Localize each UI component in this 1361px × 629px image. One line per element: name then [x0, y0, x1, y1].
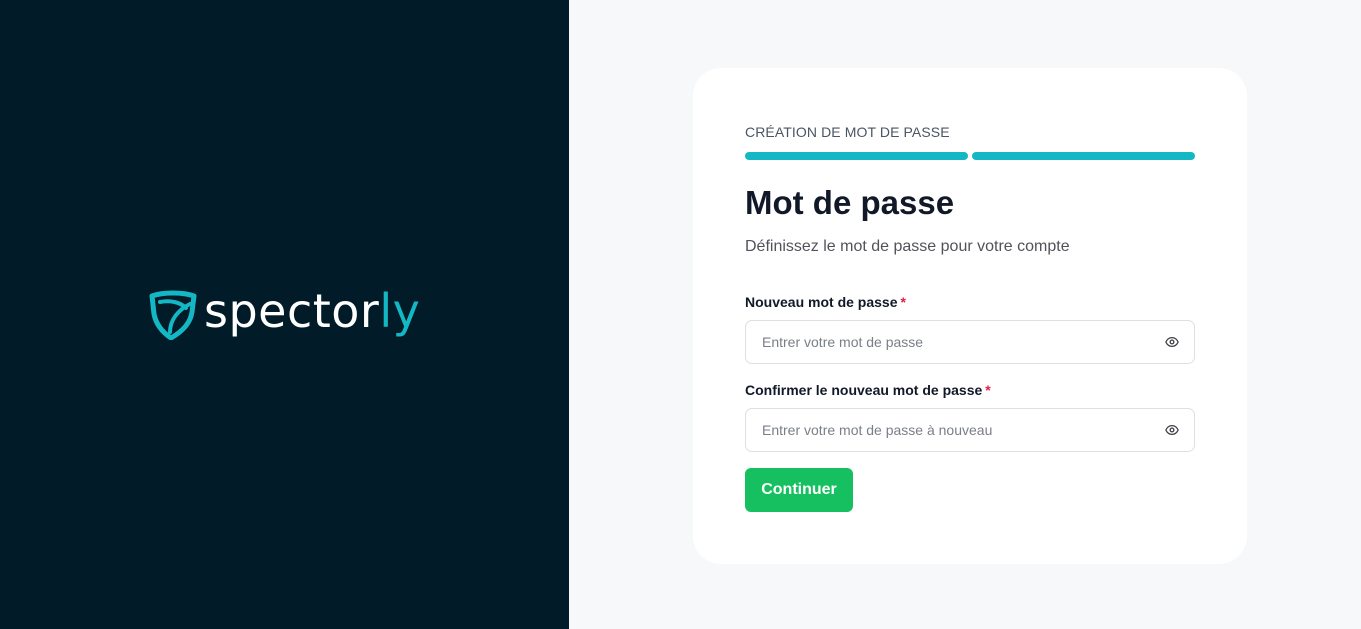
step-label: CRÉATION DE MOT DE PASSE [745, 124, 950, 140]
new-password-label-text: Nouveau mot de passe [745, 294, 898, 310]
logo-wordmark-main: spector [204, 284, 380, 338]
logo-wordmark-accent: ly [379, 284, 421, 338]
form-panel: CRÉATION DE MOT DE PASSE Mot de passe Dé… [569, 0, 1361, 629]
logo: spectorly [148, 288, 420, 340]
page-subtitle: Définissez le mot de passe pour votre co… [745, 238, 1070, 255]
continue-button[interactable]: Continuer [745, 468, 853, 512]
new-password-input[interactable] [762, 334, 1164, 350]
progress-segment-1 [745, 152, 968, 160]
eye-icon[interactable] [1164, 422, 1180, 438]
confirm-password-field [745, 408, 1195, 452]
confirm-password-label: Confirmer le nouveau mot de passe * [745, 382, 991, 398]
progress-bar [745, 152, 1195, 160]
page-title: Mot de passe [745, 184, 955, 221]
eye-icon[interactable] [1164, 334, 1180, 350]
brand-panel: spectorly [0, 0, 569, 629]
progress-segment-2 [972, 152, 1195, 160]
new-password-label: Nouveau mot de passe * [745, 294, 906, 310]
confirm-password-input[interactable] [762, 422, 1164, 438]
new-password-field [745, 320, 1195, 364]
required-mark: * [900, 294, 906, 310]
required-mark: * [985, 382, 991, 398]
shield-icon [149, 290, 197, 340]
password-card: CRÉATION DE MOT DE PASSE Mot de passe Dé… [693, 68, 1247, 564]
logo-wordmark: spectorly [204, 288, 420, 334]
confirm-password-label-text: Confirmer le nouveau mot de passe [745, 382, 983, 398]
